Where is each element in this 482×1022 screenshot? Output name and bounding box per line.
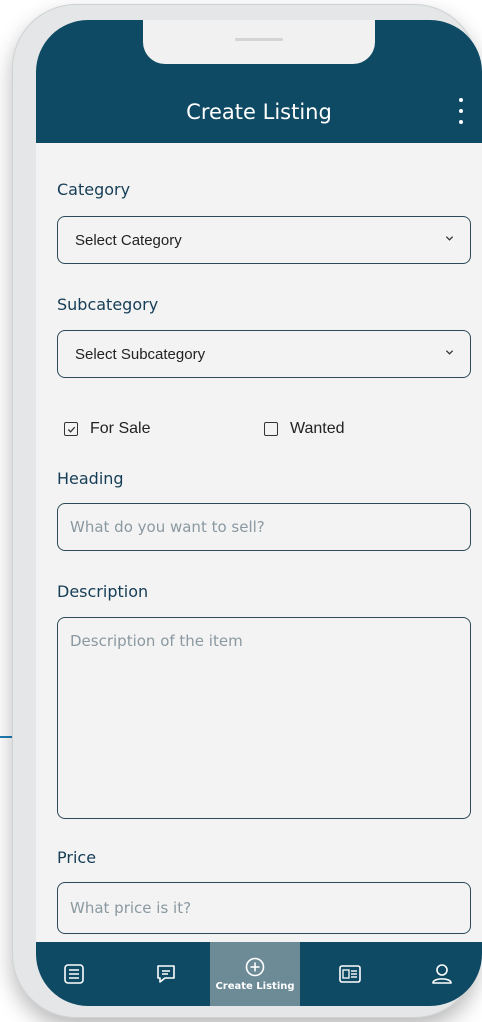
chevron-down-icon xyxy=(445,350,454,355)
app-screen: Create Listing Category Select Category … xyxy=(36,20,482,1006)
speaker-grill xyxy=(235,38,283,41)
page-title: Create Listing xyxy=(186,100,332,124)
list-icon xyxy=(64,964,84,984)
for-sale-checkbox[interactable]: For Sale xyxy=(64,420,150,438)
add-circle-icon xyxy=(245,957,265,977)
checkbox-empty-icon xyxy=(264,422,278,436)
category-label: Category xyxy=(57,180,131,199)
nav-news[interactable] xyxy=(328,942,372,1006)
phone-frame: Create Listing Category Select Category … xyxy=(12,4,482,1018)
wanted-checkbox[interactable]: Wanted xyxy=(264,420,345,438)
subcategory-select[interactable]: Select Subcategory xyxy=(57,330,471,378)
for-sale-label: For Sale xyxy=(90,420,151,437)
phone-notch xyxy=(143,20,375,64)
nav-create-listing[interactable]: Create Listing xyxy=(210,942,300,1006)
category-select[interactable]: Select Category xyxy=(57,216,471,264)
nav-listings[interactable] xyxy=(54,942,94,1006)
wanted-label: Wanted xyxy=(290,420,345,437)
subcategory-select-value: Select Subcategory xyxy=(75,346,206,363)
chevron-down-icon xyxy=(445,236,454,241)
description-label: Description xyxy=(57,582,149,601)
more-options-icon[interactable] xyxy=(456,98,466,124)
checkbox-checked-icon xyxy=(64,422,78,436)
heading-input[interactable]: What do you want to sell? xyxy=(57,503,471,551)
category-select-value: Select Category xyxy=(75,232,182,249)
bottom-navigation: Create Listing xyxy=(36,942,482,1006)
price-label: Price xyxy=(57,848,97,867)
nav-profile[interactable] xyxy=(422,942,462,1006)
description-textarea[interactable]: Description of the item xyxy=(57,617,471,819)
user-icon xyxy=(432,964,452,984)
heading-placeholder: What do you want to sell? xyxy=(70,518,265,536)
app-header: Create Listing xyxy=(36,20,482,143)
message-icon xyxy=(157,965,175,983)
description-placeholder: Description of the item xyxy=(70,632,243,650)
price-placeholder: What price is it? xyxy=(70,899,192,917)
heading-label: Heading xyxy=(57,469,124,488)
nav-messages[interactable] xyxy=(146,942,186,1006)
price-input[interactable]: What price is it? xyxy=(57,882,471,934)
subcategory-label: Subcategory xyxy=(57,295,159,314)
newspaper-icon xyxy=(339,965,361,983)
nav-create-listing-label: Create Listing xyxy=(215,981,295,992)
